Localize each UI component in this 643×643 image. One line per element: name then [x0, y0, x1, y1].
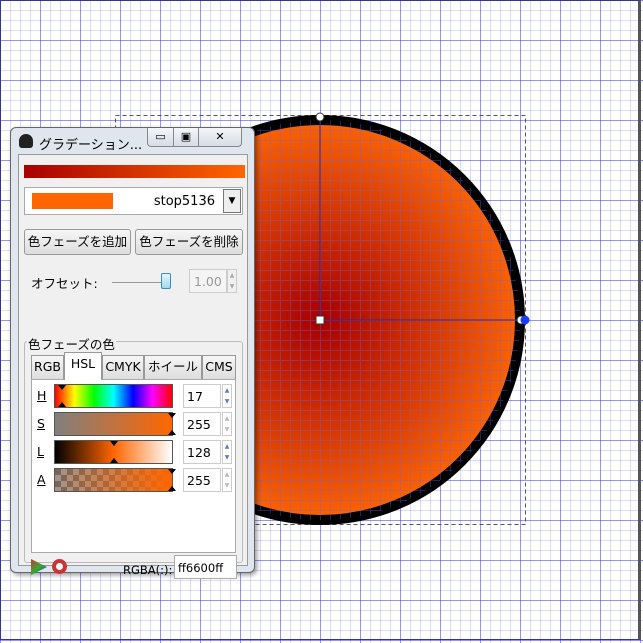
- saturation-spinner[interactable]: ▲ ▼: [222, 412, 232, 436]
- tab-wheel[interactable]: ホイール: [144, 355, 202, 379]
- gradient-stop-handle-selected[interactable]: [520, 315, 530, 325]
- lightness-slider[interactable]: [54, 440, 173, 464]
- offset-slider-track[interactable]: [112, 282, 164, 283]
- hue-spinner[interactable]: ▲ ▼: [222, 384, 232, 408]
- offset-input[interactable]: 1.00: [189, 269, 227, 293]
- dialog-body: stop5136 ▼ 色フェーズを追加 色フェーズを削除 オフセット: 1.00…: [18, 154, 248, 579]
- add-stop-button[interactable]: 色フェーズを追加: [24, 229, 131, 255]
- stop-selector[interactable]: stop5136 ▼: [24, 187, 243, 215]
- gradient-preview: [24, 165, 245, 178]
- offset-slider-thumb[interactable]: [161, 273, 171, 289]
- hue-slider[interactable]: [54, 384, 173, 408]
- delete-stop-button[interactable]: 色フェーズを削除: [135, 229, 243, 255]
- alpha-row: A 255 ▲ ▼: [32, 468, 237, 494]
- alpha-input[interactable]: 255: [183, 468, 221, 492]
- minimize-button[interactable]: ▭: [147, 128, 174, 147]
- gradient-dialog: グラデーション... ▭ ▣ ✕ stop5136 ▼ 色フェーズを追加 色フェ…: [10, 127, 255, 579]
- offset-label: オフセット:: [31, 276, 98, 291]
- tab-cmyk[interactable]: CMYK: [102, 355, 144, 379]
- alpha-label: A: [37, 472, 46, 487]
- lightness-input[interactable]: 128: [183, 440, 221, 464]
- hsl-panel: H 17 ▲ ▼ S 255 ▲ ▼ L 128 ▲ ▼ A 255 ▲ ▼: [31, 379, 236, 553]
- saturation-label: S: [37, 416, 45, 431]
- lightness-label: L: [37, 444, 44, 459]
- saturation-slider[interactable]: [54, 412, 176, 436]
- rgba-input[interactable]: ff6600ff: [174, 555, 237, 579]
- tab-hsl[interactable]: HSL: [64, 352, 102, 380]
- offset-spinner[interactable]: ▲ ▼: [227, 269, 237, 293]
- rgba-label: RGBA(:):: [123, 563, 173, 577]
- saturation-row: S 255 ▲ ▼: [32, 412, 237, 438]
- saturation-input[interactable]: 255: [183, 412, 221, 436]
- tab-cms[interactable]: CMS: [202, 355, 236, 379]
- hue-row: H 17 ▲ ▼: [32, 384, 237, 410]
- out-of-gamut-icon[interactable]: [52, 559, 67, 574]
- hue-input[interactable]: 17: [183, 384, 221, 408]
- maximize-button[interactable]: ▣: [173, 128, 199, 147]
- alpha-spinner[interactable]: ▲ ▼: [222, 468, 232, 492]
- stop-color-frame-title: 色フェーズの色: [27, 334, 116, 353]
- lightness-row: L 128 ▲ ▼: [32, 440, 237, 466]
- dialog-titlebar[interactable]: グラデーション... ▭ ▣ ✕: [11, 128, 254, 154]
- gradient-center-handle[interactable]: [315, 315, 325, 325]
- alpha-slider[interactable]: [54, 468, 176, 492]
- stop-name: stop5136: [153, 194, 215, 209]
- hue-label: H: [37, 388, 47, 403]
- gradient-radius-handle-top[interactable]: [315, 112, 325, 122]
- chevron-down-icon[interactable]: ▼: [223, 189, 241, 213]
- stop-color-swatch: [32, 193, 113, 209]
- inkscape-icon: [19, 134, 33, 148]
- lightness-spinner[interactable]: ▲ ▼: [222, 440, 232, 464]
- tab-rgb[interactable]: RGB: [31, 355, 64, 379]
- dialog-title: グラデーション...: [39, 138, 143, 153]
- close-button[interactable]: ✕: [198, 128, 242, 147]
